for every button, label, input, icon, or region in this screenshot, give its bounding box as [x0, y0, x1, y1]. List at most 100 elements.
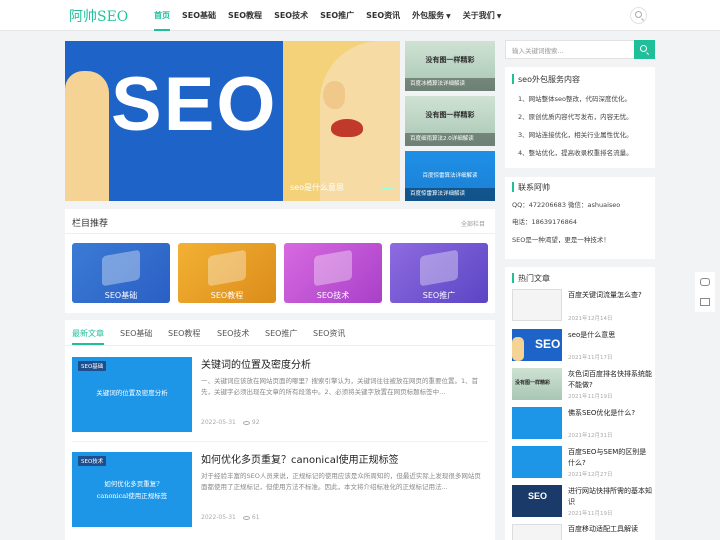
category-card-seo-tutorial[interactable]: SEO教程 [178, 243, 276, 303]
nav-outsourcing-label: 外包服务 [412, 11, 445, 20]
site-logo[interactable]: 阿帅SEO [69, 6, 128, 26]
columns-title: 栏目推荐 [72, 219, 109, 229]
category-illustration [420, 249, 458, 287]
hot-thumbnail[interactable] [512, 407, 562, 439]
tab-seo-tech[interactable]: SEO技术 [217, 328, 249, 339]
section-marker [512, 273, 514, 283]
section-marker [512, 182, 514, 192]
nav-seo-tech[interactable]: SEO技术 [268, 0, 314, 31]
hot-thumbnail[interactable] [512, 446, 562, 478]
hot-thumbnail[interactable] [512, 524, 562, 540]
hot-article-date: 2021年11月19日 [568, 394, 613, 400]
contact-phone: 电话：18639176864 [512, 218, 577, 226]
category-illustration [314, 249, 352, 287]
article-thumbnail[interactable]: SEO基础 关键词的位置及密度分析 [72, 357, 192, 432]
hot-article-title[interactable]: 佛系SEO优化是什么? [568, 408, 652, 419]
search-icon [635, 11, 642, 18]
category-card-seo-promo[interactable]: SEO推广 [390, 243, 488, 303]
site-header: 阿帅SEO 首页 SEO基础 SEO教程 SEO技术 SEO推广 SEO资讯 外… [0, 0, 720, 31]
nav-seo-news[interactable]: SEO资讯 [360, 0, 406, 31]
category-label: SEO基础 [104, 291, 138, 300]
featured-thumb[interactable]: 百度惊雷算法详细解读 百度惊雷算法详细解读 [405, 151, 495, 201]
search-placeholder: 输入关键词搜索... [512, 47, 564, 55]
search-icon [640, 45, 647, 52]
nav-about[interactable]: 关于我们 ▼ [457, 0, 508, 31]
article-meta: 2022-05-31 92 [201, 419, 260, 426]
service-item: 3、网站连接优化，相关行业属性优化。 [518, 131, 633, 139]
nav-seo-basics[interactable]: SEO基础 [176, 0, 222, 31]
hot-article-title[interactable]: seo是什么意思 [568, 330, 652, 341]
columns-more-link[interactable]: 全部栏目 [461, 219, 485, 228]
tab-seo-basics[interactable]: SEO基础 [120, 328, 152, 339]
category-illustration [102, 249, 140, 287]
featured-thumb[interactable]: 没有图一样精彩 百度细雨算法2.0详细解读 [405, 96, 495, 146]
article-views: 92 [251, 419, 260, 426]
category-label: SEO教程 [210, 291, 244, 300]
hot-thumbnail[interactable] [512, 289, 562, 321]
nav-outsourcing[interactable]: 外包服务 ▼ [406, 0, 457, 31]
thumbnail-text: 如何优化多页重复? [104, 480, 160, 488]
header-search-button[interactable] [630, 7, 647, 24]
article-title[interactable]: 关键词的位置及密度分析 [201, 356, 311, 371]
floating-qrcode-button[interactable] [695, 292, 715, 312]
category-label: SEO技术 [316, 291, 350, 300]
tab-seo-tutorial[interactable]: SEO教程 [168, 328, 200, 339]
sidebar-search-input[interactable]: 输入关键词搜索... [505, 40, 655, 59]
thumb-caption: 百度冰桶算法详细解读 [405, 78, 495, 91]
category-label: SEO推广 [422, 291, 456, 300]
nav-home[interactable]: 首页 [148, 0, 176, 31]
article-category-badge[interactable]: SEO基础 [78, 361, 107, 371]
category-card-seo-tech[interactable]: SEO技术 [284, 243, 382, 303]
hero-caption[interactable]: seo是什么意思 [290, 182, 344, 193]
hot-article-title[interactable]: 百度移动适配工具解读 [568, 524, 652, 535]
nav-seo-promo[interactable]: SEO推广 [314, 0, 360, 31]
hero-slide[interactable]: SEO [65, 41, 400, 201]
hot-thumb-text: SEO [535, 337, 561, 351]
featured-thumb[interactable]: 没有图一样精彩 百度冰桶算法详细解读 [405, 41, 495, 91]
eye-icon [242, 515, 250, 520]
tab-seo-promo[interactable]: SEO推广 [265, 328, 297, 339]
service-item: 1、网站整体seo整改，代码深度优化。 [518, 95, 631, 103]
service-item: 2、原创优质内容代写发布，内容无忧。 [518, 113, 633, 121]
lips-illustration [331, 119, 363, 137]
sidebar-search-button[interactable] [634, 40, 655, 59]
article-thumbnail[interactable]: SEO技术 如何优化多页重复? canonical使用正规标签 [72, 452, 192, 527]
eye-icon [242, 420, 250, 425]
floating-chat-button[interactable] [695, 272, 715, 292]
article-title[interactable]: 如何优化多页重复？canonical使用正规标签 [201, 451, 399, 466]
hot-thumb-text: 没有图一样精彩 [515, 380, 551, 386]
article-excerpt: 对于经验丰富的SEO人员来说，正规标记的使用应该是众所周知的，但最近实际上发现很… [201, 472, 481, 491]
hot-article-title[interactable]: 百度关键词流量怎么查? [568, 290, 652, 301]
category-card-seo-basics[interactable]: SEO基础 [72, 243, 170, 303]
main-nav: 首页 SEO基础 SEO教程 SEO技术 SEO推广 SEO资讯 外包服务 ▼ 关… [148, 0, 507, 31]
nose-illustration [323, 81, 345, 109]
hot-article-title[interactable]: 灰色词百度排名快排系统能不能做? [568, 369, 652, 391]
nav-seo-tutorial[interactable]: SEO教程 [222, 0, 268, 31]
section-marker [512, 74, 514, 84]
tab-latest[interactable]: 最新文章 [72, 328, 104, 339]
hot-thumbnail[interactable]: 没有图一样精彩 [512, 368, 562, 400]
service-item: 4、整站优化，提高收录权重排名流量。 [518, 149, 633, 157]
article-meta: 2022-05-31 61 [201, 514, 260, 521]
article-date: 2022-05-31 [201, 514, 236, 521]
hot-thumbnail[interactable]: SEO [512, 485, 562, 517]
thumb-image-text: 百度惊雷算法详细解读 [422, 173, 478, 179]
divider [65, 233, 495, 234]
hot-thumb-text: SEO [528, 491, 548, 501]
hot-article-date: 2021年12月27日 [568, 472, 613, 478]
hot-title: 热门文章 [518, 274, 550, 283]
qrcode-icon [700, 298, 710, 306]
hot-article-title[interactable]: 百度SEO与SEM的区别是什么? [568, 447, 652, 469]
hot-thumbnail[interactable]: SEO [512, 329, 562, 361]
chevron-down-icon: ▼ [496, 13, 502, 20]
article-excerpt: 一、关键词应该放在网站页面的哪里？搜索引擎认为，关键词往往被放在网页的重要位置。… [201, 377, 479, 396]
contact-qq: QQ：472206683 微信：ashuaiseo [512, 201, 621, 209]
slider-indicator[interactable] [382, 187, 394, 190]
contact-title: 联系阿帅 [518, 183, 550, 192]
thumb-placeholder-text: 没有图一样精彩 [425, 55, 475, 64]
article-category-badge[interactable]: SEO技术 [78, 456, 107, 466]
hot-article-title[interactable]: 进行网站快排所需的基本知识 [568, 486, 652, 508]
hot-article-date: 2021年11月19日 [568, 511, 613, 517]
services-title: seo外包服务内容 [518, 75, 580, 84]
tab-seo-news[interactable]: SEO资讯 [313, 328, 345, 339]
